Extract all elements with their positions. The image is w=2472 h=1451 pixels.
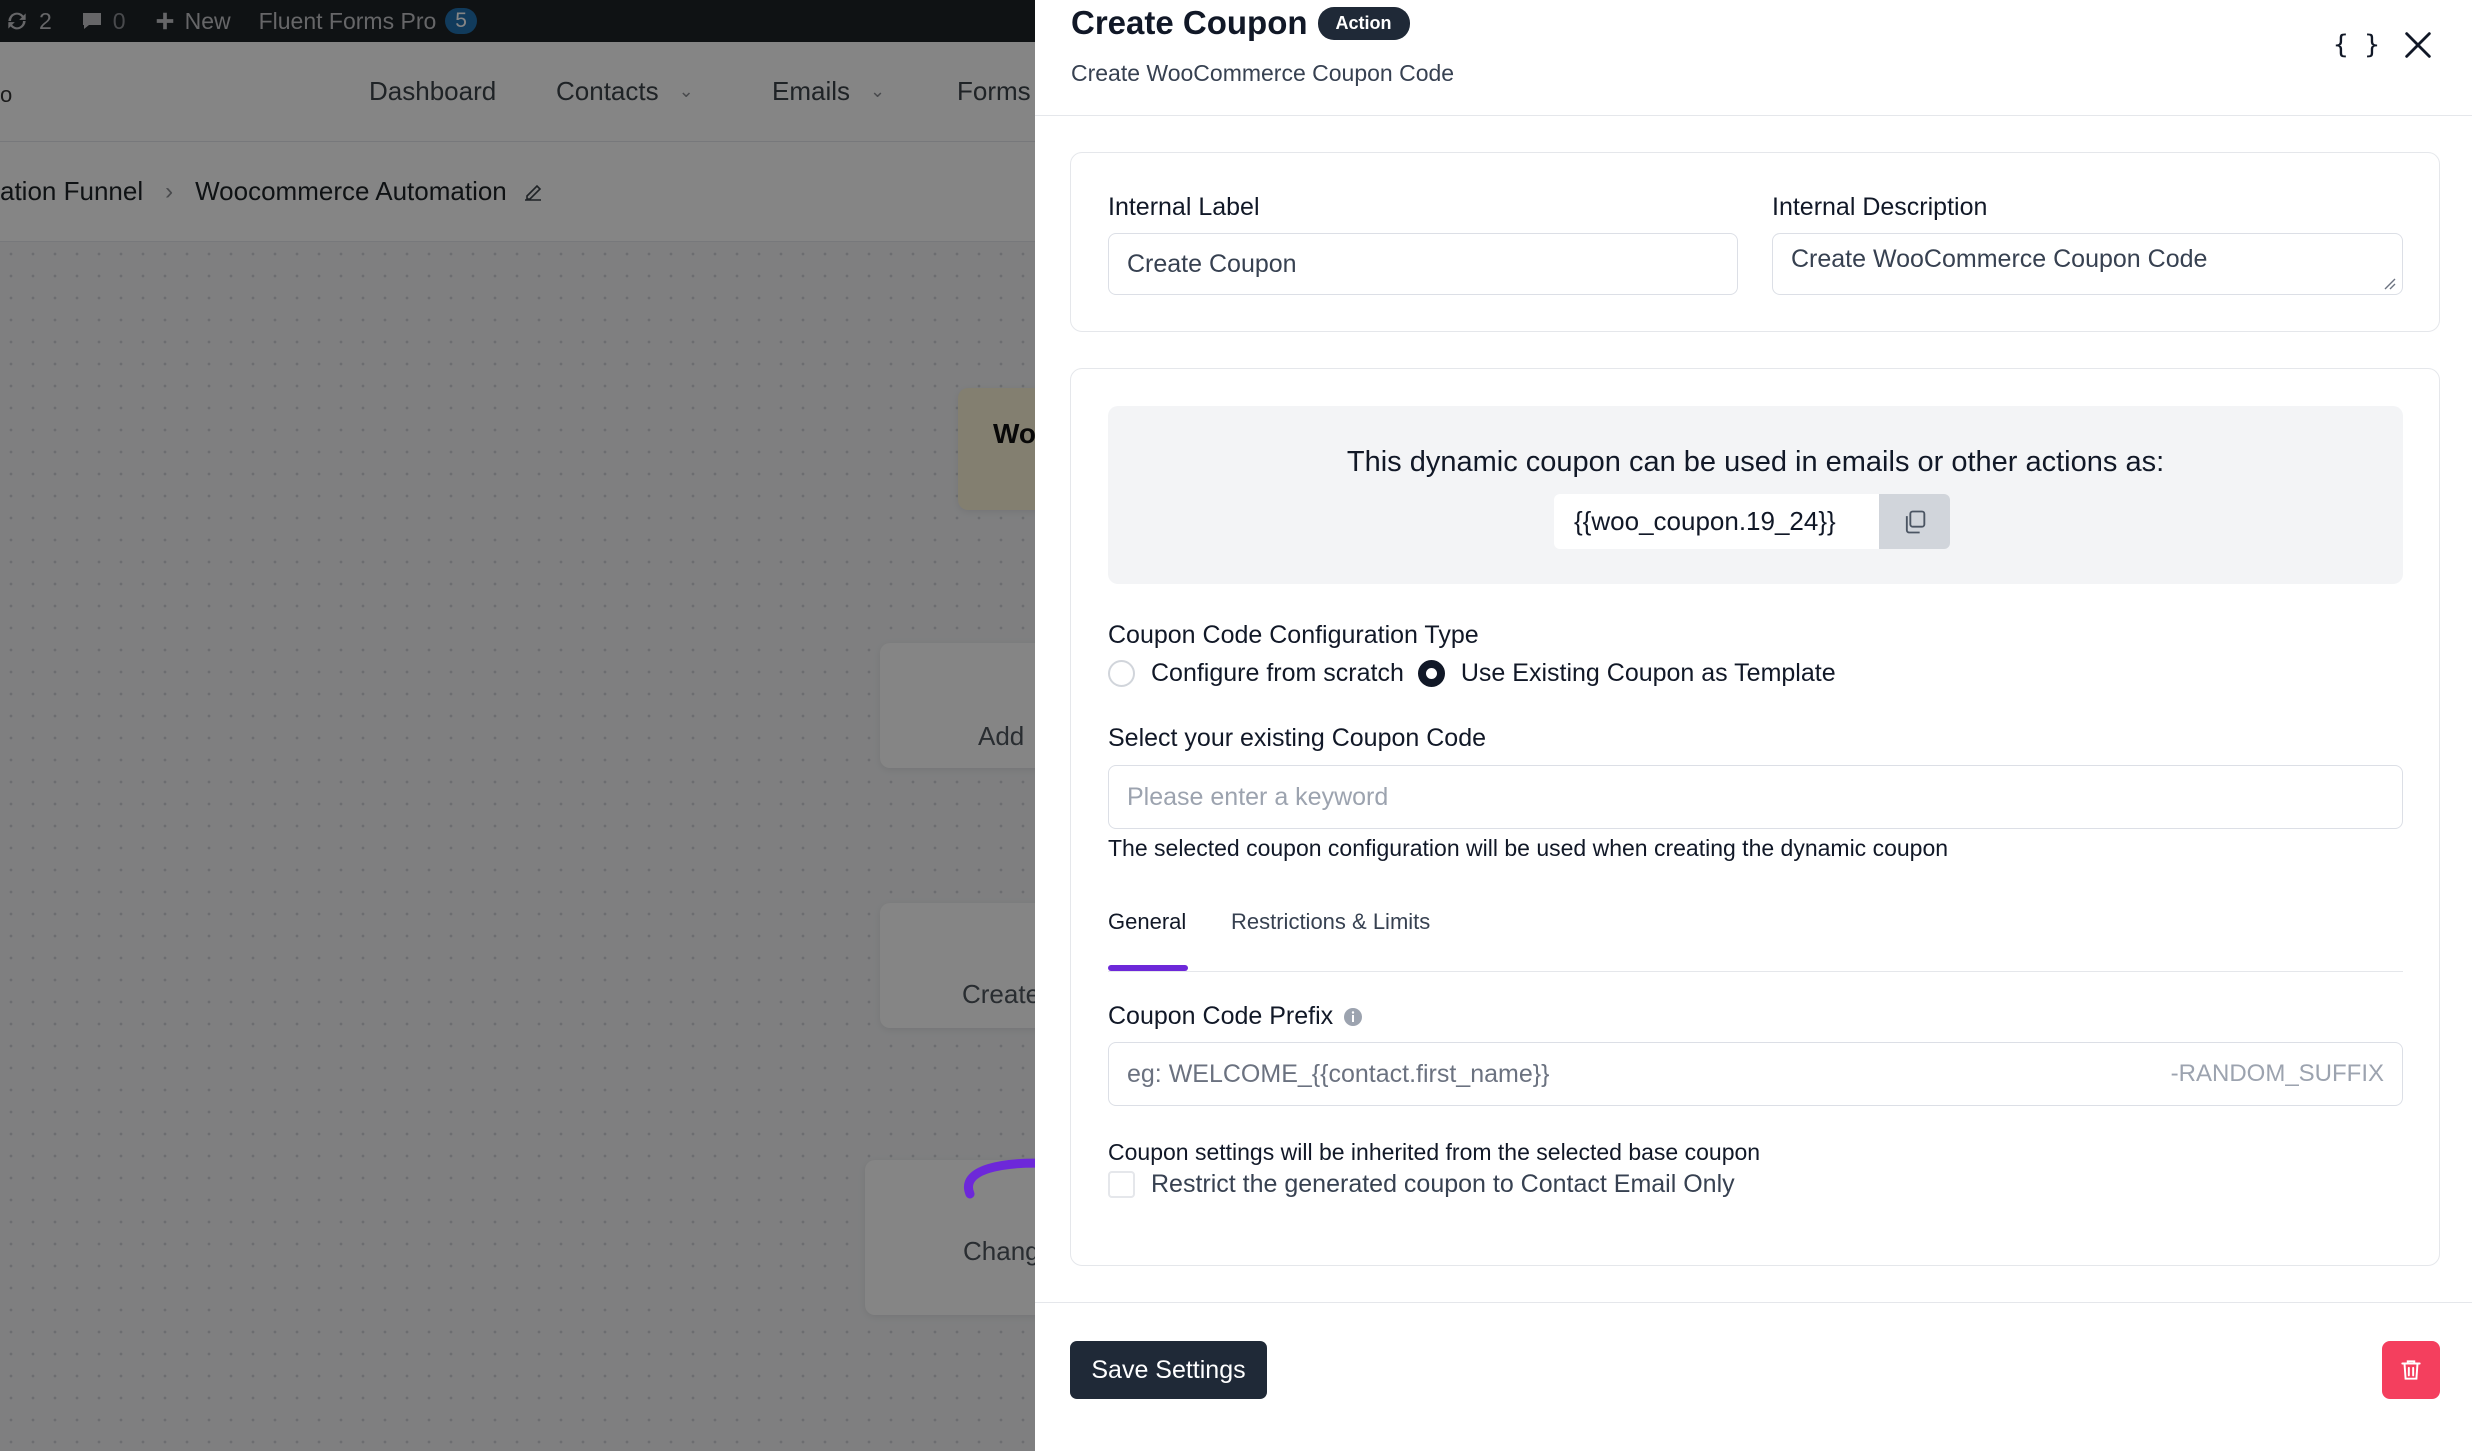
copy-icon [1905, 510, 1925, 533]
config-type-label: Coupon Code Configuration Type [1108, 621, 1479, 649]
save-settings-button[interactable]: Save Settings [1070, 1341, 1267, 1399]
action-settings-drawer: Create Coupon Action Create WooCommerce … [1035, 0, 2472, 1451]
coupon-search-placeholder: Please enter a keyword [1127, 782, 1389, 811]
tab-general[interactable]: General [1108, 909, 1186, 935]
restrict-email-checkbox[interactable] [1108, 1171, 1135, 1198]
active-tab-indicator [1108, 965, 1188, 971]
modal-overlay[interactable] [0, 0, 1035, 1451]
drawer-title-text: Create Coupon [1071, 4, 1308, 41]
drawer-title: Create Coupon Action [1071, 4, 1410, 42]
tab-label: General [1108, 909, 1187, 934]
prefix-suffix: -RANDOM_SUFFIX [2170, 1060, 2384, 1087]
internal-description-title: Internal Description [1772, 193, 1988, 221]
radio-label: Configure from scratch [1151, 659, 1404, 687]
internal-label-title: Internal Label [1108, 193, 1260, 221]
radio-configure-scratch[interactable] [1108, 660, 1135, 687]
drawer-header: Create Coupon Action Create WooCommerce … [1035, 0, 2472, 116]
trash-icon [2401, 1360, 2421, 1380]
prefix-placeholder: eg: WELCOME_{{contact.first_name}} [1127, 1059, 1550, 1088]
coupon-tabs: General Restrictions & Limits [1108, 909, 2403, 972]
close-icon[interactable] [2401, 28, 2435, 62]
radio-use-existing[interactable] [1417, 660, 1445, 687]
internal-info-card: Internal Label Create Coupon Internal De… [1070, 152, 2440, 332]
drawer-subtitle: Create WooCommerce Coupon Code [1071, 60, 1455, 86]
smartcode-info-box: This dynamic coupon can be used in email… [1108, 406, 2403, 584]
action-badge: Action [1317, 6, 1410, 40]
resize-handle-icon[interactable] [2382, 276, 2396, 290]
tab-label: Restrictions & Limits [1231, 909, 1431, 934]
coupon-search-input[interactable]: Please enter a keyword [1108, 765, 2403, 829]
copy-button[interactable] [1879, 494, 1950, 549]
info-icon[interactable] [1343, 1007, 1363, 1027]
smartcode-braces-button[interactable]: { } [2333, 30, 2380, 60]
internal-label-input[interactable]: Create Coupon [1108, 233, 1738, 295]
smartcode-value[interactable]: {{woo_coupon.19_24}} [1554, 494, 1879, 549]
drawer-footer: Save Settings [1035, 1302, 2472, 1451]
tab-restrictions-limits[interactable]: Restrictions & Limits [1231, 909, 1430, 935]
select-help-text: The selected coupon configuration will b… [1108, 835, 1949, 861]
prefix-label: Coupon Code Prefix [1108, 1002, 1334, 1030]
prefix-input[interactable]: eg: WELCOME_{{contact.first_name}} -RAND… [1108, 1042, 2403, 1106]
inherit-note: Coupon settings will be inherited from t… [1108, 1139, 1761, 1165]
smartcode-group: {{woo_coupon.19_24}} [1554, 494, 1950, 549]
smartcode-info-text: This dynamic coupon can be used in email… [1346, 446, 2165, 478]
internal-description-value: Create WooCommerce Coupon Code [1791, 245, 2208, 273]
restrict-email-row: Restrict the generated coupon to Contact… [1108, 1170, 1735, 1199]
delete-button[interactable] [2382, 1341, 2440, 1399]
prefix-label-row: Coupon Code Prefix [1108, 1002, 1363, 1031]
internal-label-value: Create Coupon [1127, 249, 1297, 278]
restrict-email-label[interactable]: Restrict the generated coupon to Contact… [1151, 1170, 1735, 1199]
coupon-config-card: This dynamic coupon can be used in email… [1070, 368, 2440, 1266]
config-type-radio-group: Configure from scratch Use Existing Coup… [1108, 659, 1850, 688]
select-coupon-label: Select your existing Coupon Code [1108, 724, 1487, 752]
radio-label: Use Existing Coupon as Template [1460, 659, 1836, 687]
background-app: 2 0 New Fluent Forms Pro 5 o Dashboard C… [0, 0, 1035, 1451]
internal-description-textarea[interactable]: Create WooCommerce Coupon Code [1772, 233, 2403, 295]
